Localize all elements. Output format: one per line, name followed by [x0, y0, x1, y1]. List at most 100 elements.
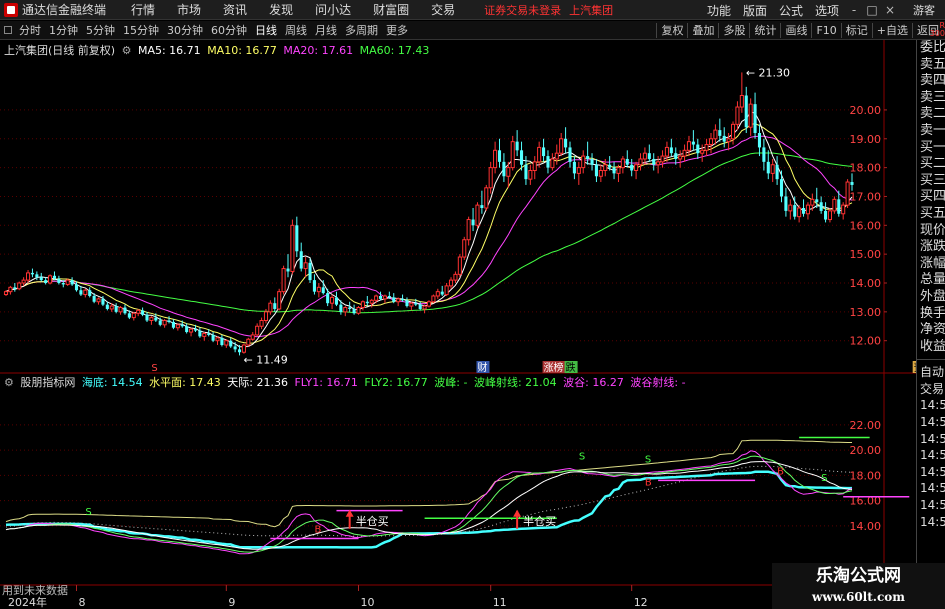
menu-item-options[interactable]: 选项: [809, 2, 845, 19]
multi-stock-button[interactable]: 多股: [718, 23, 749, 38]
candle-body: [586, 156, 590, 159]
period-tab-15min[interactable]: 15分钟: [119, 22, 163, 38]
legend-ma60: MA60: 17.43: [359, 44, 430, 57]
login-status[interactable]: 证券交易未登录: [484, 2, 561, 18]
side-item-6[interactable]: 买一: [917, 140, 945, 157]
menu-item-market[interactable]: 市场: [166, 1, 212, 18]
close-icon[interactable]: ×: [881, 3, 899, 17]
side-item-0[interactable]: 委比: [917, 40, 945, 57]
adjust-button[interactable]: 复权: [656, 23, 687, 38]
seabed-line: [5, 470, 852, 549]
side-item-8[interactable]: 买三: [917, 173, 945, 190]
menu-item-quotes[interactable]: 行情: [120, 1, 166, 18]
period-tab-multi[interactable]: 多周期: [341, 22, 382, 38]
overlay-button[interactable]: 叠加: [687, 23, 718, 38]
side-item-18[interactable]: 收益: [917, 339, 945, 356]
side-item-11[interactable]: 现价: [917, 223, 945, 240]
menu-item-news[interactable]: 资讯: [212, 1, 258, 18]
side-item-16[interactable]: 换手: [917, 306, 945, 323]
side-item-17[interactable]: 净资: [917, 322, 945, 339]
candle-body: [608, 164, 612, 168]
side-item-5[interactable]: 卖一: [917, 123, 945, 140]
side-item-7[interactable]: 买二: [917, 156, 945, 173]
candle-body: [598, 170, 603, 177]
side-item-12[interactable]: 涨跌: [917, 239, 945, 256]
side-item-2[interactable]: 卖四: [917, 73, 945, 90]
legend-gear-icon[interactable]: ⚙: [122, 44, 132, 57]
period-tab-60min[interactable]: 60分钟: [207, 22, 251, 38]
candle-body: [827, 210, 833, 221]
event-marker-3: 跌: [566, 361, 576, 374]
side-item-14[interactable]: 总量: [917, 272, 945, 289]
menu-item-discover[interactable]: 发现: [258, 1, 304, 18]
guest-user[interactable]: 游客: [913, 2, 935, 18]
menu-item-trade[interactable]: 交易: [420, 1, 466, 18]
mark-button[interactable]: 标记: [840, 23, 872, 38]
candle-body: [70, 280, 74, 285]
side-time-item-7[interactable]: 14:56: [917, 480, 945, 497]
side-time-item-2[interactable]: 14:56: [917, 397, 945, 414]
candle-body: [554, 152, 559, 160]
side-item-13[interactable]: 涨幅: [917, 256, 945, 273]
candle-body: [175, 324, 180, 329]
period-tab-30min[interactable]: 30分钟: [163, 22, 207, 38]
statistics-button[interactable]: 统计: [749, 23, 780, 38]
candle-body: [414, 303, 418, 305]
candle-body: [824, 210, 828, 220]
period-tab-weekly[interactable]: 周线: [281, 22, 311, 38]
period-tab-5min[interactable]: 5分钟: [82, 22, 119, 38]
side-time-item-6[interactable]: 14:56: [917, 464, 945, 481]
candle-body: [779, 179, 784, 197]
draw-line-button[interactable]: 画线: [780, 23, 811, 38]
candle-body: [259, 320, 264, 327]
side-item-4[interactable]: 卖二: [917, 106, 945, 123]
candle-body: [422, 305, 427, 310]
add-watchlist-button[interactable]: +自选: [871, 23, 912, 38]
sub-legend-gear-icon[interactable]: ⚙: [4, 376, 14, 389]
side-time-item-0[interactable]: 自动: [917, 364, 945, 381]
minimize-icon[interactable]: -: [845, 3, 863, 17]
menu-item-function[interactable]: 功能: [701, 2, 737, 19]
candle-body: [594, 164, 598, 177]
candle-body: [502, 161, 506, 177]
side-item-3[interactable]: 卖三: [917, 90, 945, 107]
candle-body: [730, 123, 736, 140]
period-tab-monthly[interactable]: 月线: [311, 22, 341, 38]
side-time-item-9[interactable]: 14:56: [917, 514, 945, 531]
side-item-10[interactable]: 买五: [917, 206, 945, 223]
side-time-item-4[interactable]: 14:56: [917, 431, 945, 448]
candle-body: [630, 164, 634, 171]
f10-button[interactable]: F10: [811, 23, 840, 38]
side-time-item-1[interactable]: 交易: [917, 381, 945, 398]
toolbar-square-icon[interactable]: [4, 26, 12, 34]
kline-chart[interactable]: 12.00 13.00 14.00 15.00 16.00 17.00 18.00 19.00…: [0, 40, 916, 609]
candle-body: [136, 309, 141, 314]
side-item-1[interactable]: 卖五: [917, 57, 945, 74]
legend-trough: 波谷: 16.27: [563, 376, 624, 389]
side-item-9[interactable]: 买四: [917, 189, 945, 206]
side-item-15[interactable]: 外盘: [917, 289, 945, 306]
period-tab-daily[interactable]: 日线: [251, 22, 281, 38]
candle-body: [788, 204, 793, 212]
menu-item-layout[interactable]: 版面: [737, 2, 773, 19]
candle-body: [162, 320, 167, 326]
menu-item-formula[interactable]: 公式: [773, 2, 809, 19]
app-title: 通达信金融终端: [22, 3, 107, 17]
period-tab-more[interactable]: 更多: [382, 22, 412, 38]
side-time-item-3[interactable]: 14:56: [917, 414, 945, 431]
menu-item-ask[interactable]: 问小达: [304, 1, 362, 18]
menu-item-wealth[interactable]: 财富圈: [362, 1, 420, 18]
candle-body: [832, 198, 837, 212]
buy-arrow-head-1: [513, 509, 522, 517]
period-tab-intraday[interactable]: 分时: [15, 22, 45, 38]
side-time-item-8[interactable]: 14:56: [917, 497, 945, 514]
candle-body: [52, 275, 57, 279]
period-tab-1min[interactable]: 1分钟: [45, 22, 82, 38]
legend-ma5: MA5: 16.71: [137, 44, 201, 57]
maximize-icon[interactable]: □: [863, 3, 881, 17]
candle-body: [678, 155, 683, 160]
candle-body: [326, 293, 330, 304]
candle-body: [48, 275, 53, 284]
candle-body: [211, 334, 215, 341]
side-time-item-5[interactable]: 14:56: [917, 447, 945, 464]
